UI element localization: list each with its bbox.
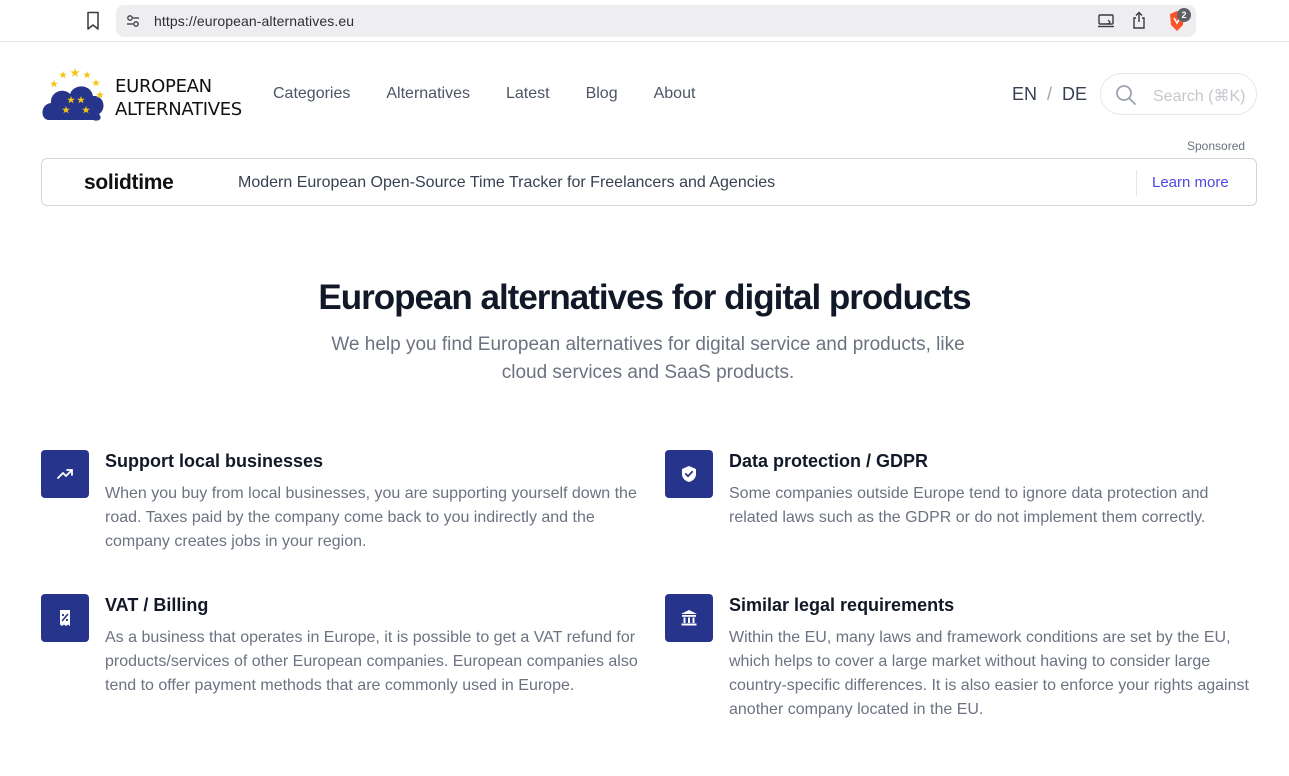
- receipt-percent-icon: [41, 594, 89, 642]
- feature-title: Data protection / GDPR: [729, 451, 929, 471]
- search-button[interactable]: Search (⌘K): [1100, 73, 1257, 115]
- feature-title: VAT / Billing: [105, 595, 209, 615]
- logo-wordmark: EUROPEAN ALTERNATIVES: [115, 75, 242, 121]
- sponsor-banner[interactable]: solidtime Modern European Open-Source Ti…: [41, 158, 1257, 206]
- sponsor-text: Modern European Open-Source Time Tracker…: [238, 174, 776, 191]
- language-switcher: EN / DE: [1012, 84, 1087, 105]
- nav-alternatives[interactable]: Alternatives: [386, 85, 470, 103]
- logo-line-1: EUROPEAN: [115, 76, 212, 97]
- browser-toolbar: https://european-alternatives.eu 2: [0, 0, 1289, 42]
- building-library-icon: [665, 594, 713, 642]
- shield-check-icon: [665, 450, 713, 498]
- lang-en-link[interactable]: EN: [1012, 84, 1037, 105]
- feature-title: Support local businesses: [105, 451, 324, 471]
- feature-description: Within the EU, many laws and framework c…: [729, 629, 1249, 718]
- nav-blog[interactable]: Blog: [586, 85, 618, 103]
- banner-divider: [1136, 170, 1137, 196]
- sponsor-brand-logo: solidtime: [84, 171, 174, 194]
- trending-up-icon: [41, 450, 89, 498]
- site-logo[interactable]: EUROPEAN ALTERNATIVES: [41, 64, 242, 124]
- sponsored-label: Sponsored: [1187, 139, 1246, 153]
- search-placeholder: Search (⌘K): [1153, 88, 1246, 105]
- lang-separator: /: [1047, 84, 1053, 104]
- eu-cloud-logo-icon: [42, 68, 104, 121]
- page-subtitle: We help you find European alternatives f…: [331, 334, 965, 383]
- learn-more-link[interactable]: Learn more: [1152, 174, 1229, 191]
- page-title: European alternatives for digital produc…: [318, 278, 971, 317]
- feature-description: Some companies outside Europe tend to ig…: [729, 485, 1209, 526]
- address-bar[interactable]: https://european-alternatives.eu 2: [116, 5, 1196, 37]
- site-settings-icon[interactable]: [125, 13, 141, 29]
- feature-description: When you buy from local businesses, you …: [105, 485, 637, 550]
- url-text[interactable]: https://european-alternatives.eu: [154, 13, 354, 29]
- feature-title: Similar legal requirements: [729, 595, 955, 615]
- nav-latest[interactable]: Latest: [506, 85, 550, 103]
- main-nav: Categories Alternatives Latest Blog Abou…: [273, 85, 731, 103]
- nav-categories[interactable]: Categories: [273, 85, 350, 103]
- bookmark-icon[interactable]: [85, 11, 101, 31]
- brave-badge-count: 2: [1177, 8, 1191, 22]
- logo-line-2: ALTERNATIVES: [115, 99, 242, 120]
- feature-description: As a business that operates in Europe, i…: [105, 629, 638, 694]
- lang-de-link[interactable]: DE: [1062, 84, 1087, 105]
- search-icon: [1116, 85, 1136, 105]
- nav-about[interactable]: About: [654, 85, 696, 103]
- share-icon[interactable]: [1132, 11, 1146, 29]
- cast-icon[interactable]: [1097, 13, 1115, 29]
